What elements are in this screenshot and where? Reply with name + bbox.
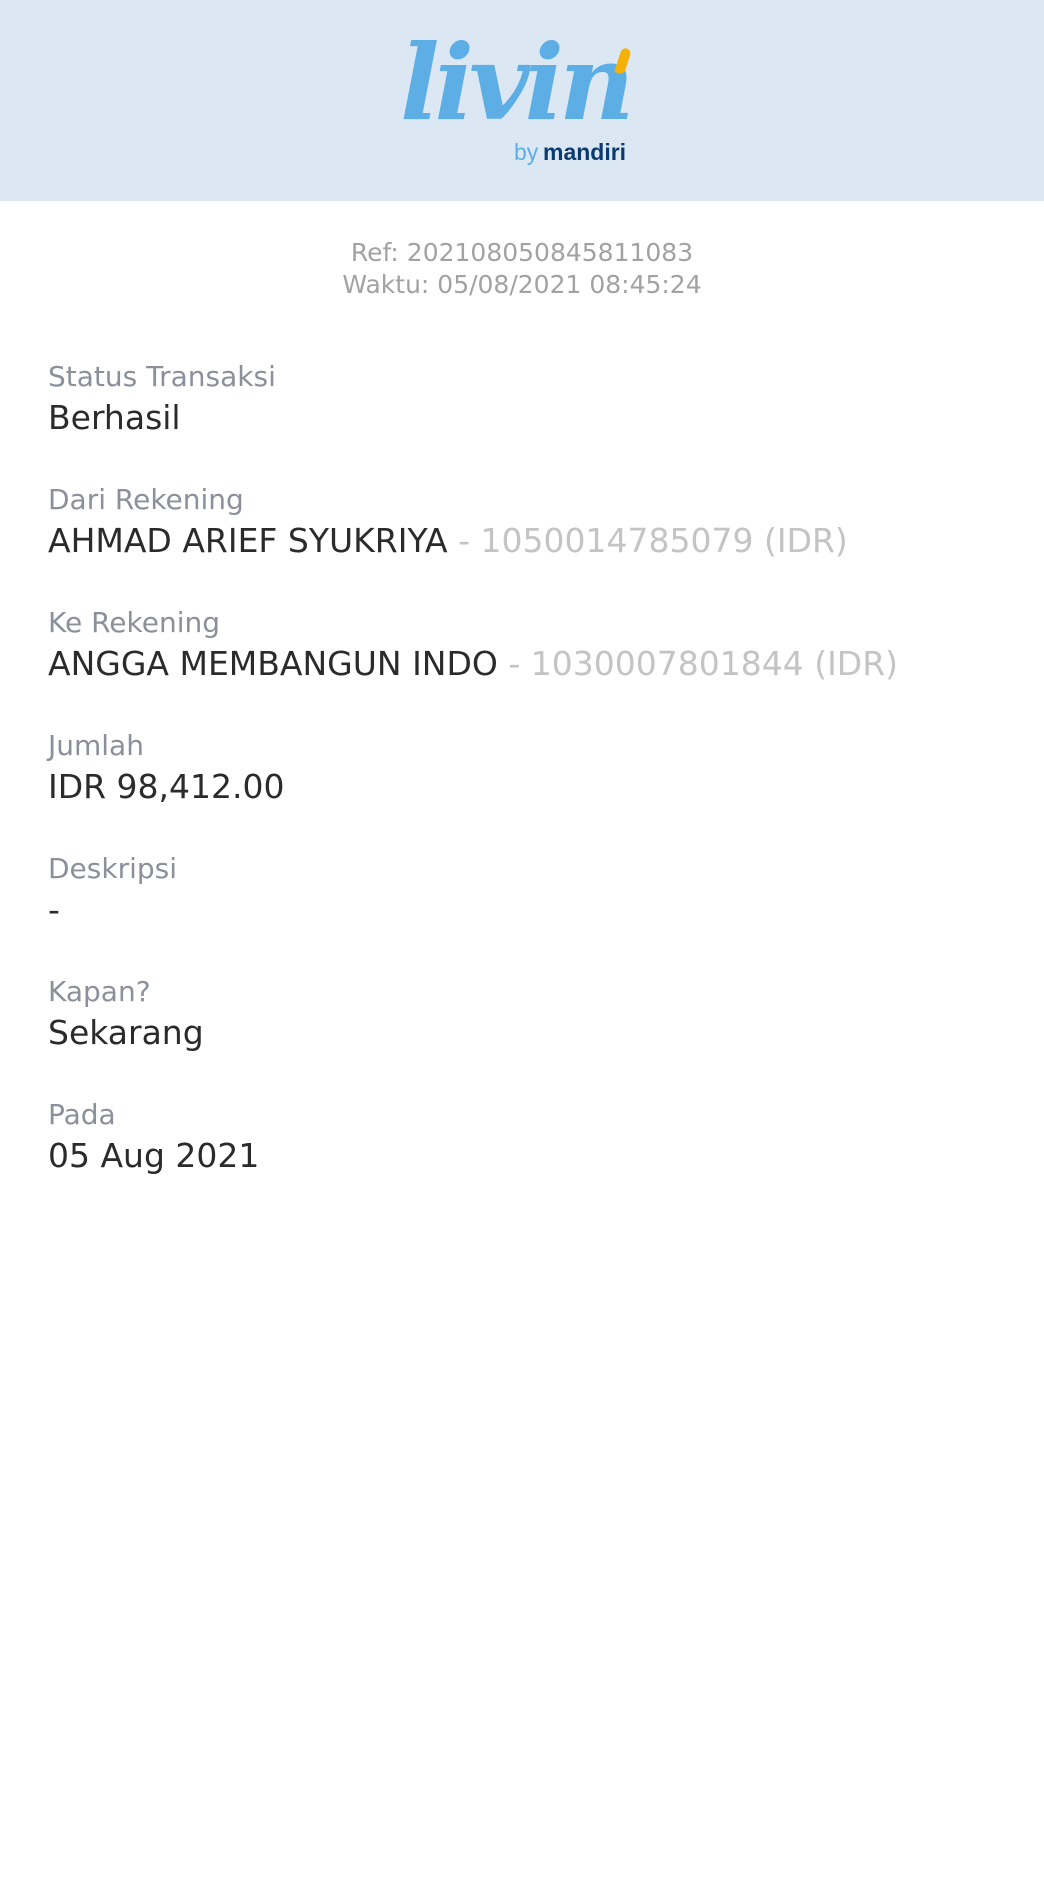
from-account-name: AHMAD ARIEF SYUKRIYA [48,521,448,560]
transaction-details: Status Transaksi Berhasil Dari Rekening … [0,357,1044,1218]
field-status: Status Transaksi Berhasil [48,357,996,480]
transaction-time: Waktu: 05/08/2021 08:45:24 [342,270,702,299]
field-date: Pada 05 Aug 2021 [48,1095,996,1218]
when-value: Sekarang [48,1013,204,1052]
description-label: Deskripsi [48,852,178,885]
from-account-value: AHMAD ARIEF SYUKRIYA - 1050014785079 (ID… [48,520,996,562]
reference-number: Ref: 202108050845811083 [350,238,694,267]
from-account-number: - 1050014785079 (IDR) [447,521,848,560]
to-account-number: - 1030007801844 (IDR) [497,644,899,683]
field-description: Deskripsi - [48,849,996,972]
status-value: Berhasil [48,398,181,437]
logo-by-text: by [514,139,539,165]
amount-label: Jumlah [48,729,144,762]
date-label: Pada [48,1098,116,1131]
field-when: Kapan? Sekarang [48,972,996,1095]
date-value: 05 Aug 2021 [48,1136,260,1175]
when-label: Kapan? [48,975,151,1008]
description-value: - [48,890,60,929]
receipt-meta: Ref: 202108050845811083 Waktu: 05/08/202… [0,237,1044,301]
logo-wordmark: livin [400,21,635,144]
header-banner: livin by mandiri [0,0,1044,201]
to-account-value: ANGGA MEMBANGUN INDO - 1030007801844 (ID… [48,643,996,685]
field-to-account: Ke Rekening ANGGA MEMBANGUN INDO - 10300… [48,603,996,726]
logo-bank-name: mandiri [543,139,627,165]
to-account-label: Ke Rekening [48,606,221,639]
status-label: Status Transaksi [48,360,276,393]
from-account-label: Dari Rekening [48,483,244,516]
field-from-account: Dari Rekening AHMAD ARIEF SYUKRIYA - 105… [48,480,996,603]
to-account-name: ANGGA MEMBANGUN INDO [48,644,498,683]
field-amount: Jumlah IDR 98,412.00 [48,726,996,849]
amount-value: IDR 98,412.00 [48,767,285,806]
livin-by-mandiri-logo: livin by mandiri [400,28,650,173]
